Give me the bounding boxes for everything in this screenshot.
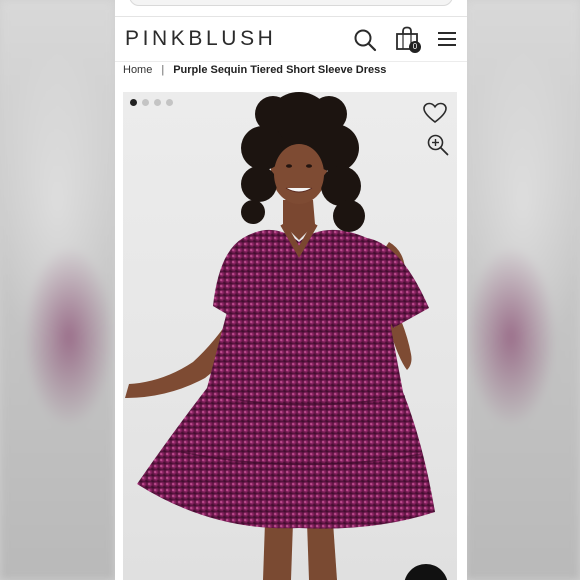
product-image[interactable]: [123, 92, 457, 580]
mobile-page: PINKBLUSH 0 Home | Purple Sequin Tiered …: [115, 0, 467, 580]
breadcrumb-home-link[interactable]: Home: [123, 64, 152, 76]
cart-count-badge: 0: [409, 41, 421, 53]
site-header: PINKBLUSH 0: [115, 16, 467, 62]
image-carousel-dots: [130, 99, 173, 106]
zoom-in-icon[interactable]: [427, 134, 449, 161]
brand-logo[interactable]: PINKBLUSH: [125, 27, 276, 51]
carousel-dot-3[interactable]: [154, 99, 161, 106]
breadcrumb: Home | Purple Sequin Tiered Short Sleeve D…: [123, 64, 386, 76]
breadcrumb-separator: |: [161, 64, 165, 76]
carousel-dot-1[interactable]: [130, 99, 137, 106]
blurred-backdrop-left: [0, 0, 115, 580]
search-bar[interactable]: [129, 0, 453, 6]
search-icon[interactable]: [353, 28, 377, 57]
product-photo-illustration: [125, 92, 435, 580]
carousel-dot-4[interactable]: [166, 99, 173, 106]
breadcrumb-current-page: Purple Sequin Tiered Short Sleeve Dress: [173, 64, 387, 76]
carousel-dot-2[interactable]: [142, 99, 149, 106]
hamburger-menu-icon[interactable]: [437, 31, 457, 52]
heart-icon[interactable]: [423, 102, 447, 129]
blurred-backdrop-right: [465, 0, 580, 580]
